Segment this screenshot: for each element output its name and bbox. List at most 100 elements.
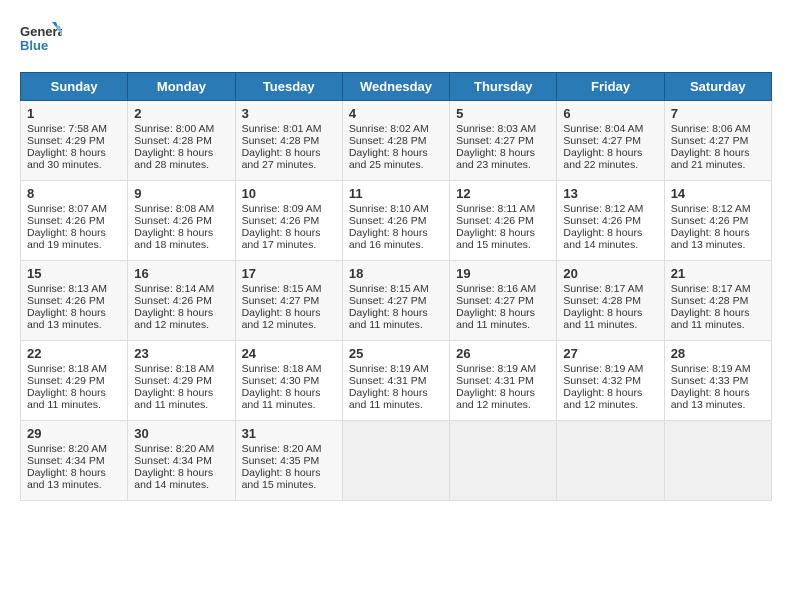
day-header-wednesday: Wednesday [342, 73, 449, 101]
sunrise: Sunrise: 8:07 AM [27, 203, 107, 215]
calendar-table: SundayMondayTuesdayWednesdayThursdayFrid… [20, 72, 772, 501]
sunrise: Sunrise: 8:09 AM [242, 203, 322, 215]
day-number: 21 [671, 266, 765, 281]
calendar-cell: 6Sunrise: 8:04 AMSunset: 4:27 PMDaylight… [557, 101, 664, 181]
sunset: Sunset: 4:26 PM [27, 215, 105, 227]
sunset: Sunset: 4:26 PM [134, 215, 212, 227]
day-header-monday: Monday [128, 73, 235, 101]
sunrise: Sunrise: 8:18 AM [242, 363, 322, 375]
calendar-cell: 26Sunrise: 8:19 AMSunset: 4:31 PMDayligh… [450, 341, 557, 421]
sunset: Sunset: 4:28 PM [134, 135, 212, 147]
sunrise: Sunrise: 8:16 AM [456, 283, 536, 295]
day-number: 23 [134, 346, 228, 361]
day-header-tuesday: Tuesday [235, 73, 342, 101]
sunrise: Sunrise: 8:15 AM [242, 283, 322, 295]
sunrise: Sunrise: 8:10 AM [349, 203, 429, 215]
sunrise: Sunrise: 8:01 AM [242, 123, 322, 135]
day-number: 31 [242, 426, 336, 441]
sunrise: Sunrise: 8:17 AM [563, 283, 643, 295]
calendar-cell: 14Sunrise: 8:12 AMSunset: 4:26 PMDayligh… [664, 181, 771, 261]
daylight: Daylight: 8 hours and 21 minutes. [671, 147, 750, 171]
daylight: Daylight: 8 hours and 14 minutes. [563, 227, 642, 251]
calendar-cell: 16Sunrise: 8:14 AMSunset: 4:26 PMDayligh… [128, 261, 235, 341]
daylight: Daylight: 8 hours and 11 minutes. [456, 307, 535, 331]
sunset: Sunset: 4:26 PM [134, 295, 212, 307]
calendar-cell: 29Sunrise: 8:20 AMSunset: 4:34 PMDayligh… [21, 421, 128, 501]
daylight: Daylight: 8 hours and 12 minutes. [456, 387, 535, 411]
daylight: Daylight: 8 hours and 13 minutes. [27, 467, 106, 491]
sunrise: Sunrise: 8:19 AM [671, 363, 751, 375]
calendar-cell: 8Sunrise: 8:07 AMSunset: 4:26 PMDaylight… [21, 181, 128, 261]
calendar-cell: 31 Sunrise: 8:20 AMSunset: 4:35 PMDayligh… [235, 421, 342, 501]
daylight: Daylight: 8 hours and 11 minutes. [349, 307, 428, 331]
calendar-cell [557, 421, 664, 501]
day-number: 3 [242, 106, 336, 121]
calendar-cell: 22 Sunrise: 8:18 AMSunset: 4:29 PMDayligh… [21, 341, 128, 421]
calendar-cell: 24Sunrise: 8:18 AMSunset: 4:30 PMDayligh… [235, 341, 342, 421]
calendar-cell: 3Sunrise: 8:01 AMSunset: 4:28 PMDaylight… [235, 101, 342, 181]
sunrise: Sunrise: 7:58 AM [27, 123, 107, 135]
calendar-cell: 7Sunrise: 8:06 AMSunset: 4:27 PMDaylight… [664, 101, 771, 181]
sunset: Sunset: 4:27 PM [349, 295, 427, 307]
calendar-week-3: 15Sunrise: 8:13 AMSunset: 4:26 PMDayligh… [21, 261, 772, 341]
daylight: Daylight: 8 hours and 11 minutes. [349, 387, 428, 411]
calendar-cell: 18Sunrise: 8:15 AMSunset: 4:27 PMDayligh… [342, 261, 449, 341]
day-number: 29 [27, 426, 121, 441]
sunrise: Sunrise: 8:14 AM [134, 283, 214, 295]
calendar-cell [342, 421, 449, 501]
day-header-friday: Friday [557, 73, 664, 101]
sunrise: Sunrise: 8:06 AM [671, 123, 751, 135]
sunrise: Sunrise: 8:13 AM [27, 283, 107, 295]
daylight: Daylight: 8 hours and 28 minutes. [134, 147, 213, 171]
day-number: 25 [349, 346, 443, 361]
sunset: Sunset: 4:35 PM [242, 455, 320, 467]
sunset: Sunset: 4:26 PM [671, 215, 749, 227]
daylight: Daylight: 8 hours and 19 minutes. [27, 227, 106, 251]
sunset: Sunset: 4:27 PM [456, 135, 534, 147]
sunrise: Sunrise: 8:20 AM [242, 443, 322, 455]
daylight: Daylight: 8 hours and 15 minutes. [242, 467, 321, 491]
sunrise: Sunrise: 8:19 AM [563, 363, 643, 375]
day-number: 17 [242, 266, 336, 281]
calendar-cell: 10Sunrise: 8:09 AMSunset: 4:26 PMDayligh… [235, 181, 342, 261]
sunset: Sunset: 4:27 PM [242, 295, 320, 307]
sunset: Sunset: 4:31 PM [349, 375, 427, 387]
daylight: Daylight: 8 hours and 11 minutes. [671, 307, 750, 331]
calendar-cell: 12Sunrise: 8:11 AMSunset: 4:26 PMDayligh… [450, 181, 557, 261]
calendar-cell: 19Sunrise: 8:16 AMSunset: 4:27 PMDayligh… [450, 261, 557, 341]
sunset: Sunset: 4:26 PM [456, 215, 534, 227]
sunrise: Sunrise: 8:18 AM [27, 363, 107, 375]
day-number: 6 [563, 106, 657, 121]
day-number: 22 [27, 346, 121, 361]
day-header-saturday: Saturday [664, 73, 771, 101]
day-number: 15 [27, 266, 121, 281]
sunrise: Sunrise: 8:12 AM [671, 203, 751, 215]
daylight: Daylight: 8 hours and 11 minutes. [27, 387, 106, 411]
calendar-cell: 2Sunrise: 8:00 AMSunset: 4:28 PMDaylight… [128, 101, 235, 181]
daylight: Daylight: 8 hours and 13 minutes. [671, 387, 750, 411]
calendar-week-1: 1Sunrise: 7:58 AMSunset: 4:29 PMDaylight… [21, 101, 772, 181]
calendar-cell: 11Sunrise: 8:10 AMSunset: 4:26 PMDayligh… [342, 181, 449, 261]
sunset: Sunset: 4:30 PM [242, 375, 320, 387]
calendar-week-4: 22Sunrise: 8:18 AMSunset: 4:29 PMDayligh… [21, 341, 772, 421]
daylight: Daylight: 8 hours and 22 minutes. [563, 147, 642, 171]
calendar-cell [450, 421, 557, 501]
sunset: Sunset: 4:26 PM [27, 295, 105, 307]
calendar-cell: 25 Sunrise: 8:19 AMSunset: 4:31 PMDayligh… [342, 341, 449, 421]
daylight: Daylight: 8 hours and 27 minutes. [242, 147, 321, 171]
sunset: Sunset: 4:29 PM [27, 375, 105, 387]
sunrise: Sunrise: 8:19 AM [456, 363, 536, 375]
sunrise: Sunrise: 8:15 AM [349, 283, 429, 295]
day-header-thursday: Thursday [450, 73, 557, 101]
sunrise: Sunrise: 8:19 AM [349, 363, 429, 375]
sunrise: Sunrise: 8:04 AM [563, 123, 643, 135]
calendar-cell: 17Sunrise: 8:15 AMSunset: 4:27 PMDayligh… [235, 261, 342, 341]
calendar-cell: 15 Sunrise: 8:13 AMSunset: 4:26 PMDayligh… [21, 261, 128, 341]
calendar-cell: 28Sunrise: 8:19 AMSunset: 4:33 PMDayligh… [664, 341, 771, 421]
daylight: Daylight: 8 hours and 13 minutes. [27, 307, 106, 331]
page-header: General Blue [20, 20, 772, 62]
calendar-week-2: 8Sunrise: 8:07 AMSunset: 4:26 PMDaylight… [21, 181, 772, 261]
daylight: Daylight: 8 hours and 23 minutes. [456, 147, 535, 171]
day-number: 10 [242, 186, 336, 201]
day-number: 26 [456, 346, 550, 361]
